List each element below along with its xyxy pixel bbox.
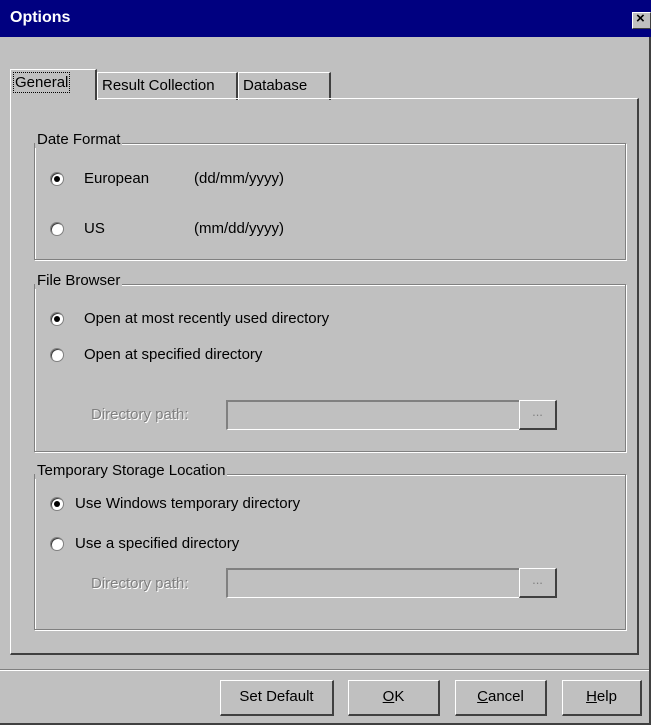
button-bar-separator (0, 669, 649, 671)
file-browser-path-label: Directory path: (91, 406, 189, 423)
close-button[interactable]: × (632, 10, 651, 29)
ok-label: K (394, 688, 405, 705)
us-label[interactable]: US (84, 220, 105, 237)
recent-directory-label[interactable]: Open at most recently used directory (84, 310, 329, 327)
radio-specified-temp[interactable] (50, 537, 64, 551)
help-label: elp (596, 688, 617, 705)
file-browser-legend: File Browser (35, 272, 123, 289)
tab-label: General (12, 72, 71, 93)
radio-specified-directory[interactable] (50, 348, 64, 362)
window-title: Options (10, 9, 71, 26)
radio-selected-dot (54, 176, 60, 182)
cancel-button[interactable]: Cancel (455, 680, 547, 716)
title-bar[interactable]: Options × (0, 0, 651, 37)
european-label[interactable]: European (84, 170, 149, 187)
ellipsis-icon: ... (532, 404, 543, 419)
tab-label: Database (243, 77, 308, 94)
temp-storage-path-label: Directory path: (91, 575, 189, 592)
tab-result-collection[interactable]: Result Collection (97, 72, 238, 100)
close-icon: × (636, 10, 645, 27)
set-default-label: Set Default (239, 688, 314, 705)
european-format-hint: (dd/mm/yyyy) (194, 170, 284, 187)
cancel-label: ancel (487, 688, 524, 705)
specified-directory-label[interactable]: Open at specified directory (84, 346, 262, 363)
help-mnemonic: H (586, 688, 597, 705)
radio-recent-directory[interactable] (50, 312, 64, 326)
help-button[interactable]: Help (562, 680, 642, 716)
set-default-button[interactable]: Set Default (220, 680, 334, 716)
temp-storage-path-input[interactable] (226, 568, 520, 598)
temp-storage-browse-button[interactable]: ... (519, 568, 557, 598)
options-dialog: Options × General Result Collection Data… (0, 0, 651, 725)
radio-selected-dot (54, 501, 60, 507)
ellipsis-icon: ... (532, 572, 543, 587)
date-format-group (34, 143, 626, 260)
ok-mnemonic: O (382, 688, 395, 705)
tab-general[interactable]: General (10, 69, 97, 100)
tab-database[interactable]: Database (238, 72, 331, 100)
file-browser-browse-button[interactable]: ... (519, 400, 557, 430)
us-format-hint: (mm/dd/yyyy) (194, 220, 284, 237)
radio-european[interactable] (50, 172, 64, 186)
file-browser-path-input[interactable] (226, 400, 520, 430)
temp-storage-legend: Temporary Storage Location (35, 462, 228, 479)
tab-label: Result Collection (102, 77, 215, 94)
ok-button[interactable]: OK (348, 680, 440, 716)
radio-selected-dot (54, 316, 60, 322)
date-format-legend: Date Format (35, 131, 123, 148)
specified-temp-label[interactable]: Use a specified directory (75, 535, 239, 552)
windows-temp-label[interactable]: Use Windows temporary directory (75, 495, 300, 512)
radio-us[interactable] (50, 222, 64, 236)
cancel-mnemonic: C (477, 688, 488, 705)
radio-windows-temp[interactable] (50, 497, 64, 511)
